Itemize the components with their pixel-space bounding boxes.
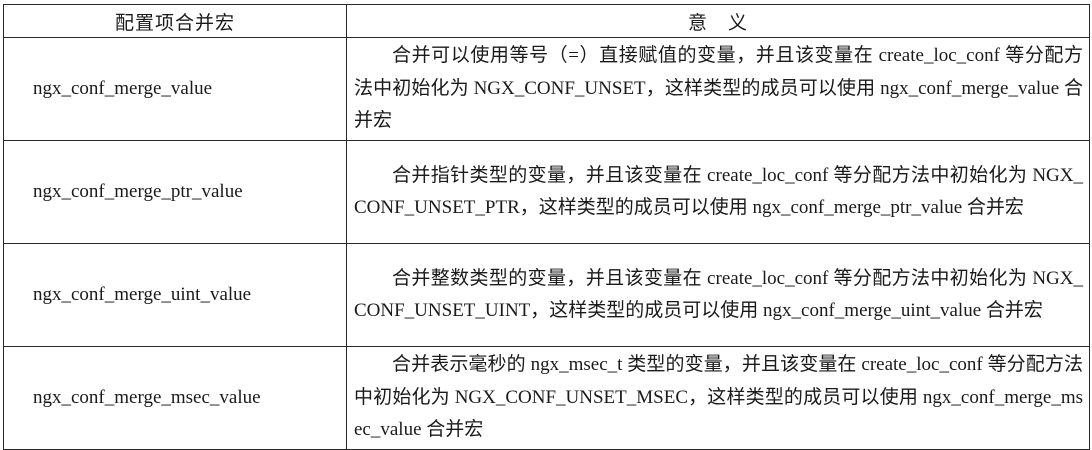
macro-name: ngx_conf_merge_value <box>3 37 347 141</box>
macro-name: ngx_conf_merge_ptr_value <box>3 140 347 244</box>
table-row: ngx_conf_merge_ptr_value 合并指针类型的变量，并且该变量… <box>3 140 1090 244</box>
table-row: ngx_conf_merge_msec_value 合并表示毫秒的 ngx_ms… <box>3 346 1090 450</box>
header-macro: 配置项合并宏 <box>3 4 347 38</box>
macro-meaning: 合并表示毫秒的 ngx_msec_t 类型的变量，并且该变量在 create_l… <box>346 346 1090 450</box>
macro-meaning: 合并整数类型的变量，并且该变量在 create_loc_conf 等分配方法中初… <box>346 243 1090 347</box>
macro-meaning: 合并可以使用等号（=）直接赋值的变量，并且该变量在 create_loc_con… <box>346 37 1090 141</box>
merge-macro-table: 配置项合并宏 意 义 ngx_conf_merge_value 合并可以使用等号… <box>3 4 1090 450</box>
table-row: ngx_conf_merge_uint_value 合并整数类型的变量，并且该变… <box>3 243 1090 347</box>
macro-name: ngx_conf_merge_msec_value <box>3 346 347 450</box>
header-meaning: 意 义 <box>346 4 1090 38</box>
table-header-row: 配置项合并宏 意 义 <box>3 4 1090 38</box>
macro-meaning: 合并指针类型的变量，并且该变量在 create_loc_conf 等分配方法中初… <box>346 140 1090 244</box>
macro-name: ngx_conf_merge_uint_value <box>3 243 347 347</box>
table-row: ngx_conf_merge_value 合并可以使用等号（=）直接赋值的变量，… <box>3 37 1090 141</box>
